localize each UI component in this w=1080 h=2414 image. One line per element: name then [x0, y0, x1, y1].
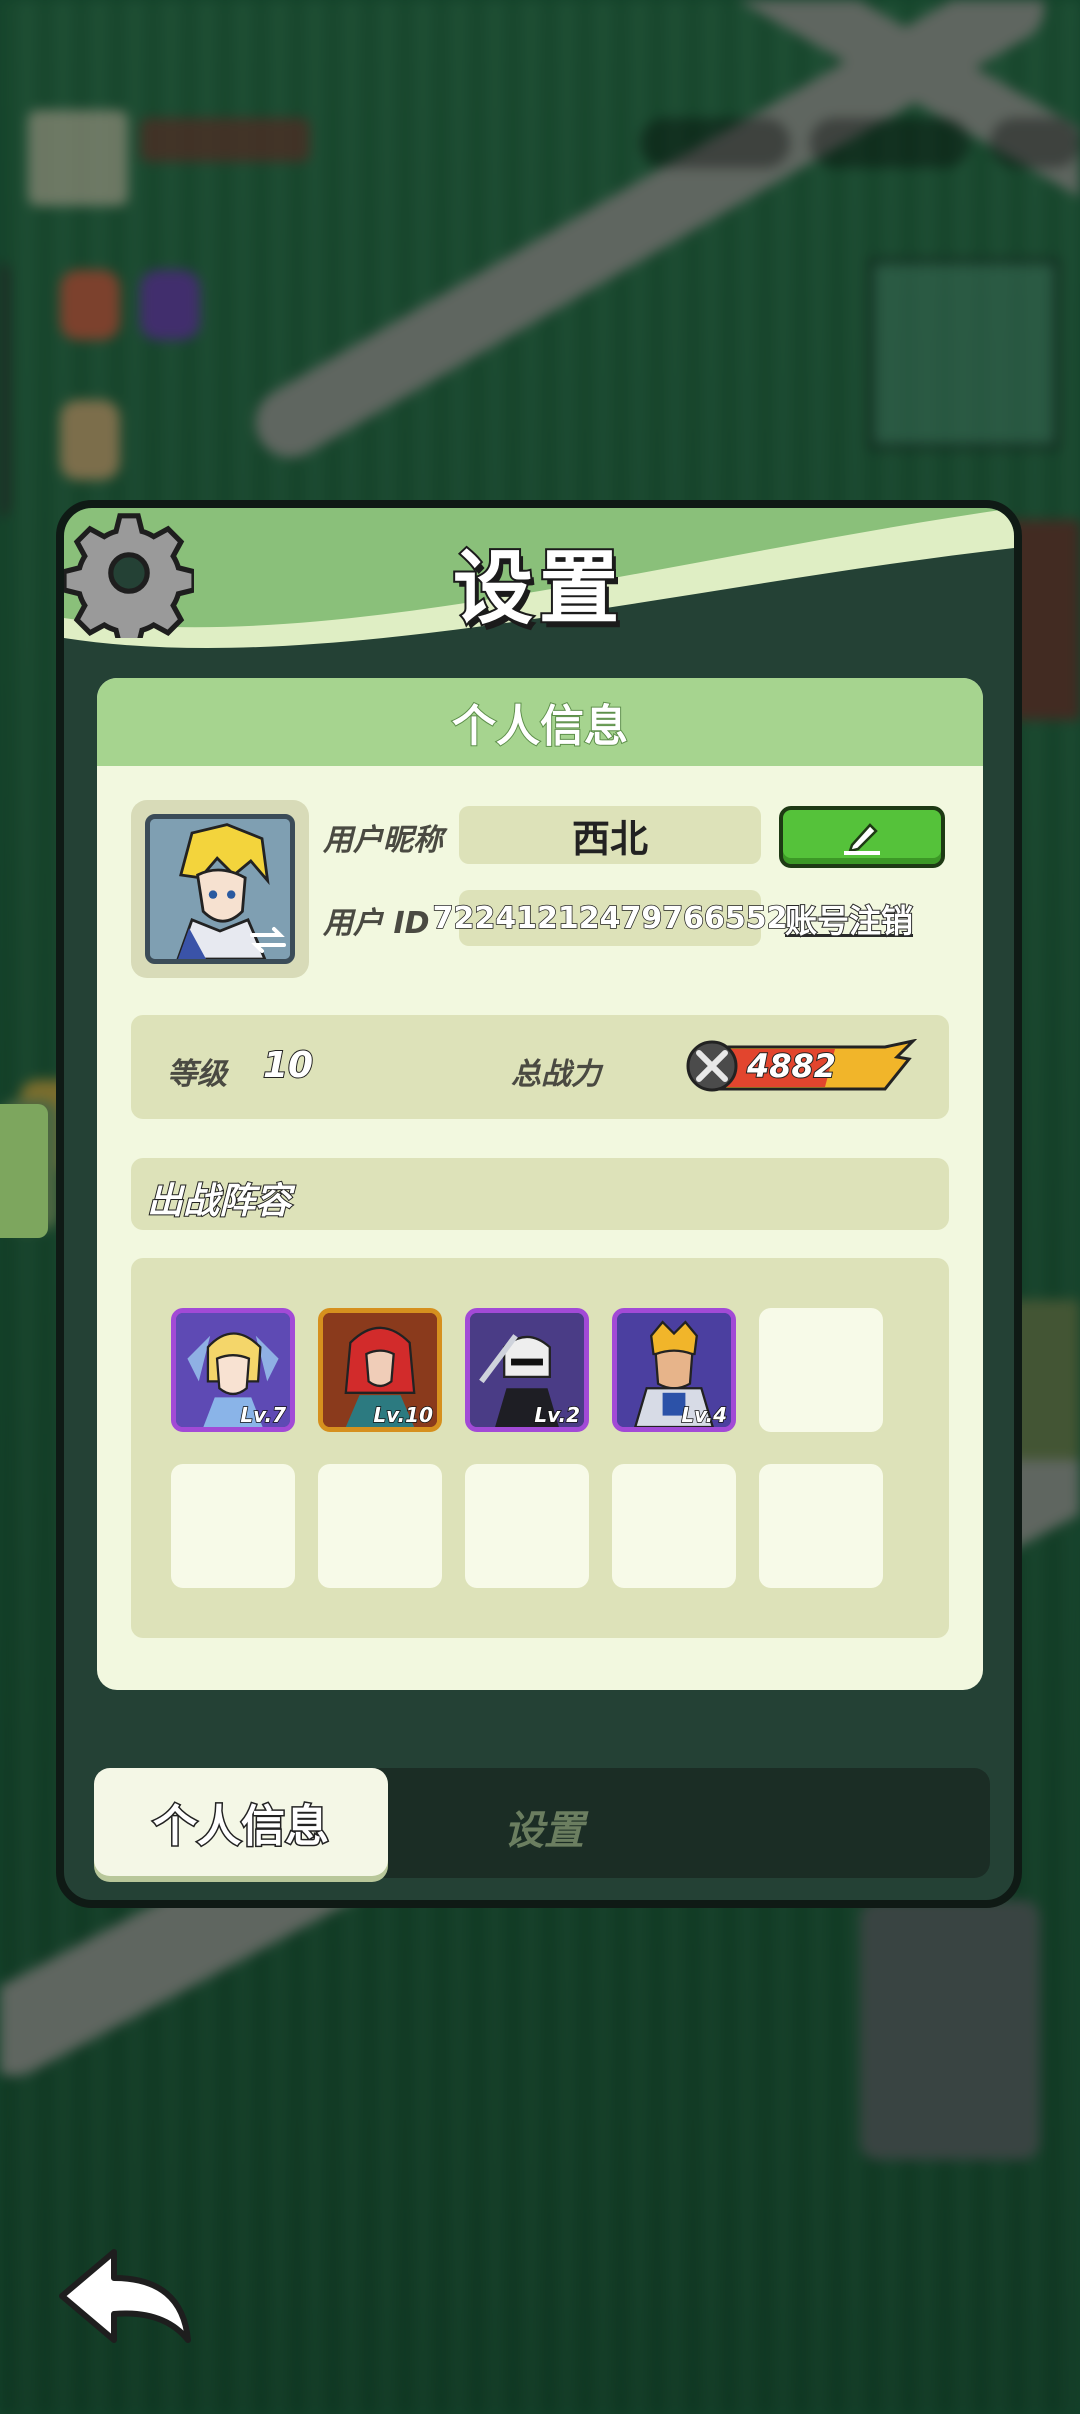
personal-info-card: 个人信息 用户昵称 西北 用户 ID 72241212479766552 账号注…: [97, 678, 983, 1690]
nickname-value: 西北: [571, 816, 648, 861]
tab-settings[interactable]: 设置: [504, 1798, 584, 1856]
power-badge: 4882: [685, 1039, 919, 1093]
tab-personal-info-label: 个人信息: [152, 1800, 331, 1854]
hero-level: Lv.10: [373, 1402, 434, 1427]
empty-hero-slot[interactable]: [759, 1464, 883, 1588]
user-id-field: 72241212479766552: [432, 890, 788, 946]
empty-hero-slot[interactable]: [171, 1464, 295, 1588]
stats-row: 等级 10 总战力 4882: [131, 1015, 949, 1119]
nickname-field: 西北: [459, 806, 761, 864]
empty-hero-slot[interactable]: [612, 1464, 736, 1588]
hero-slot[interactable]: Lv.2: [465, 1308, 589, 1432]
back-arrow-icon[interactable]: [52, 2244, 202, 2354]
card-header: 个人信息: [97, 678, 983, 766]
power-label: 总战力: [511, 1057, 601, 1092]
empty-hero-slot[interactable]: [759, 1308, 883, 1432]
cancel-account-link[interactable]: 账号注销: [784, 896, 914, 942]
hero-level: Lv.2: [534, 1402, 581, 1427]
hero-slot[interactable]: Lv.4: [612, 1308, 736, 1432]
avatar[interactable]: [131, 800, 309, 978]
pencil-icon: [844, 823, 880, 855]
nickname-label: 用户昵称: [323, 823, 443, 858]
hero-slot[interactable]: Lv.10: [318, 1308, 442, 1432]
user-id-value: 72241212479766552: [432, 900, 788, 937]
panel-header: 设置: [64, 508, 1014, 658]
hero-level: Lv.7: [240, 1402, 287, 1427]
hero-slot[interactable]: Lv.7: [171, 1308, 295, 1432]
tab-personal-info[interactable]: 个人信息: [94, 1768, 388, 1876]
side-device-icon[interactable]: [0, 1104, 48, 1238]
hero-level: Lv.4: [681, 1402, 728, 1427]
lineup-header: 出战阵容: [131, 1158, 949, 1230]
switch-icon: [250, 927, 286, 953]
power-value: 4882: [746, 1046, 837, 1086]
empty-hero-slot[interactable]: [318, 1464, 442, 1588]
level-label: 等级: [167, 1057, 227, 1092]
user-id-label: 用户 ID: [323, 906, 430, 941]
settings-panel: 设置 个人信息 用户昵称 西北 用户 ID 72241212479766552 …: [56, 500, 1022, 1908]
edit-nickname-button[interactable]: [779, 806, 945, 868]
crossed-swords-icon: [686, 1040, 738, 1092]
level-value: 10: [262, 1044, 314, 1087]
panel-title: 设置: [451, 540, 625, 637]
lineup-grid: Lv.7 Lv.10 Lv.2 Lv.4: [131, 1258, 949, 1638]
lineup-title: 出战阵容: [146, 1180, 292, 1223]
card-title: 个人信息: [451, 700, 629, 753]
panel-tabs: 个人信息 设置: [94, 1768, 990, 1878]
empty-hero-slot[interactable]: [465, 1464, 589, 1588]
